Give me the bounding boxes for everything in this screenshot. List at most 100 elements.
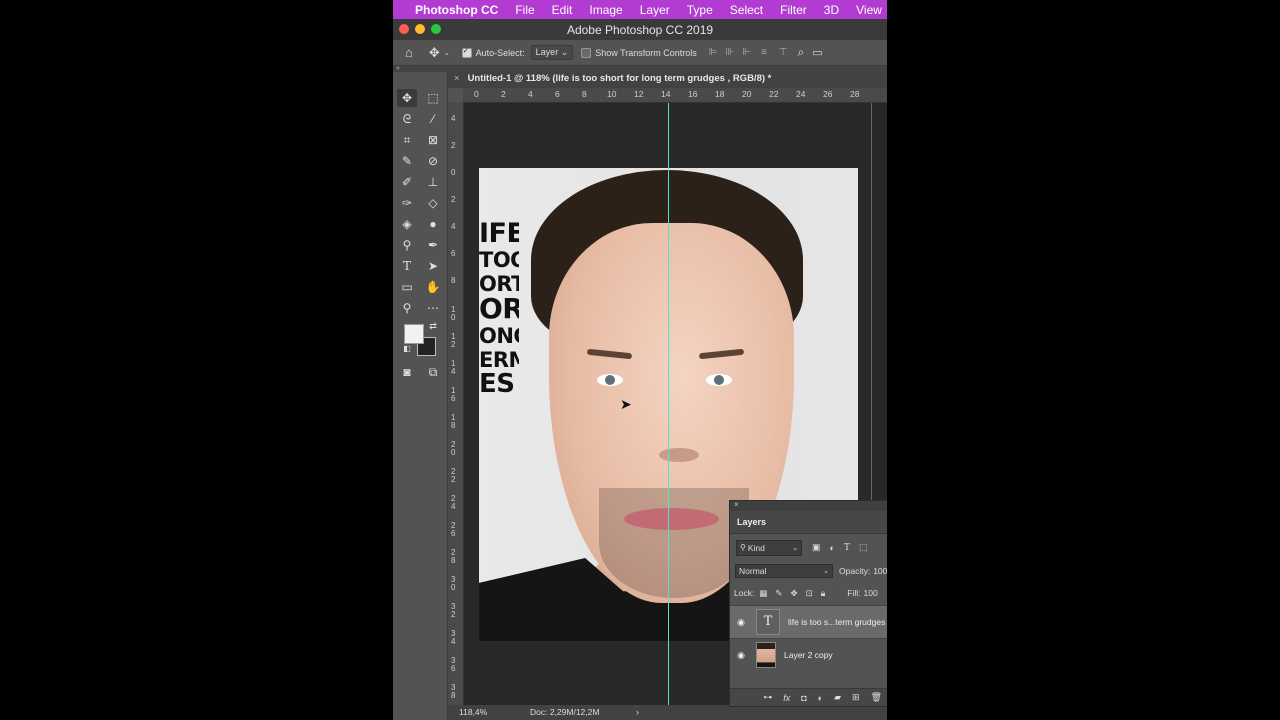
close-panel-icon[interactable]: × — [734, 500, 739, 509]
eraser-tool-icon[interactable]: ◇ — [423, 194, 443, 212]
poster-line: ONG — [479, 326, 519, 347]
close-window-button[interactable] — [399, 24, 409, 34]
magic-wand-tool-icon[interactable]: ⁄ — [423, 110, 443, 128]
zoom-window-button[interactable] — [431, 24, 441, 34]
status-menu-arrow-icon[interactable]: › — [636, 705, 639, 720]
blend-mode-dropdown[interactable]: Normal ⌄ — [735, 564, 833, 578]
document-tab[interactable]: × Untitled-1 @ 118% (life is too short f… — [448, 69, 887, 88]
add-mask-icon[interactable]: ◘ — [801, 693, 806, 703]
ruler-mark: 22 — [769, 89, 779, 99]
new-layer-icon[interactable]: ⊞ — [852, 692, 860, 703]
auto-select-checkbox[interactable] — [461, 46, 472, 58]
paint-bucket-tool-icon[interactable]: ◈ — [397, 215, 417, 233]
menu-file[interactable]: File — [515, 3, 534, 17]
history-brush-tool-icon[interactable]: ✑ — [397, 194, 417, 212]
menu-type[interactable]: Type — [687, 3, 713, 17]
lock-paint-icon[interactable]: ✎ — [775, 588, 782, 599]
delete-layer-icon[interactable]: 🗑︎ — [871, 692, 882, 703]
layers-tab[interactable]: Layers — [730, 517, 766, 527]
layers-panel-titlebar[interactable]: × — [730, 500, 887, 511]
fx-icon[interactable]: fx — [783, 693, 790, 703]
blur-tool-icon[interactable]: ● — [423, 215, 443, 233]
menu-filter[interactable]: Filter — [780, 3, 807, 17]
menu-view[interactable]: View — [856, 3, 882, 17]
ruler-mark: 3 0 — [451, 575, 456, 592]
default-colors-icon[interactable]: ◧ — [397, 340, 417, 358]
ruler-mark: 2 — [451, 141, 456, 150]
frame-tool-icon[interactable]: ⊠ — [423, 131, 443, 149]
screen-mode-icon[interactable]: ⧉ — [423, 363, 443, 381]
menu-layer[interactable]: Layer — [640, 3, 670, 17]
visibility-eye-icon[interactable]: ◉ — [730, 650, 752, 661]
minimize-window-button[interactable] — [415, 24, 425, 34]
visibility-eye-icon[interactable]: ◉ — [730, 617, 752, 628]
menu-app-name[interactable]: Photoshop CC — [415, 3, 498, 17]
vertical-ruler[interactable]: 4 2 0 2 4 6 8 1 0 1 2 1 4 1 6 1 8 2 0 2 … — [448, 102, 464, 705]
hand-tool-icon[interactable]: ✋ — [423, 278, 443, 296]
eyedropper-tool-icon[interactable]: ✎ — [397, 152, 417, 170]
distribute-icon[interactable]: ≡ — [761, 47, 767, 58]
pen-tool-icon[interactable]: ✒ — [423, 236, 443, 254]
more-tools-icon[interactable]: ⋯ — [423, 299, 443, 317]
crop-tool-icon[interactable]: ⌗ — [397, 131, 417, 149]
healing-brush-tool-icon[interactable]: ⊘ — [423, 152, 443, 170]
dodge-tool-icon[interactable]: ⚲ — [397, 236, 417, 254]
clone-stamp-tool-icon[interactable]: ⊥ — [423, 173, 443, 191]
title-bar: Adobe Photoshop CC 2019 — [393, 19, 887, 40]
collapse-arrows-icon[interactable]: « — [396, 65, 400, 72]
adjustment-filter-icon[interactable]: ◐ — [830, 543, 835, 553]
layer-row[interactable]: ◉ T life is too s...term grudges — [730, 605, 887, 638]
workspace-icon[interactable]: ▭ — [812, 46, 822, 59]
zoom-level[interactable]: 118,4% — [459, 705, 487, 720]
align-center-icon[interactable]: ⊪ — [726, 47, 735, 58]
marquee-tool-icon[interactable]: ⬚ — [423, 89, 443, 107]
kind-filter-dropdown[interactable]: ⚲ Kind ⌄ — [736, 539, 802, 556]
menu-edit[interactable]: Edit — [552, 3, 573, 17]
shape-filter-icon[interactable]: ⬚ — [859, 542, 868, 553]
zoom-tool-icon[interactable]: ⚲ — [397, 299, 417, 317]
move-tool-icon[interactable]: ✥ — [397, 89, 417, 107]
ruler-mark: 2 0 — [451, 440, 456, 457]
align-top-icon[interactable]: ⊤ — [779, 47, 788, 58]
portrait-eye-right — [706, 374, 732, 386]
quick-mask-icon[interactable]: ◙ — [397, 363, 417, 381]
lock-transparency-icon[interactable]: ▦ — [759, 588, 767, 599]
opacity-value[interactable]: 100 — [873, 566, 887, 576]
adjustment-layer-icon[interactable]: ◐ — [818, 693, 823, 703]
type-tool-icon[interactable]: T — [397, 257, 417, 275]
chevron-down-icon[interactable]: ⌄ — [444, 49, 450, 57]
link-layers-icon[interactable]: ⊶ — [763, 692, 772, 703]
rectangle-tool-icon[interactable]: ▭ — [397, 278, 417, 296]
close-tab-icon[interactable]: × — [454, 73, 460, 84]
menu-image[interactable]: Image — [589, 3, 622, 17]
auto-select-dropdown[interactable]: Layer ⌄ — [530, 45, 574, 60]
new-group-icon[interactable]: ▰ — [834, 692, 841, 703]
horizontal-ruler[interactable]: 0 2 4 6 8 10 12 14 16 18 20 22 24 26 28 — [463, 88, 887, 103]
align-left-icon[interactable]: ⊫ — [709, 47, 718, 58]
lasso-tool-icon[interactable]: ᘓ — [397, 110, 417, 128]
status-bar: 118,4% Doc: 2,29M/12,2M › — [448, 705, 887, 720]
menu-3d[interactable]: 3D — [824, 3, 839, 17]
opacity-label: Opacity: — [839, 566, 871, 576]
layer-row[interactable]: ◉ Layer 2 copy — [730, 638, 887, 671]
portrait-nose — [659, 448, 699, 462]
menu-select[interactable]: Select — [730, 3, 763, 17]
path-selection-tool-icon[interactable]: ➤ — [423, 257, 443, 275]
lock-all-icon[interactable]: 🔒︎ — [821, 588, 826, 599]
fill-value[interactable]: 100 — [864, 588, 878, 598]
search-icon[interactable]: ⌕ — [798, 45, 805, 60]
show-transform-checkbox[interactable] — [581, 47, 592, 58]
move-tool-preset-icon[interactable]: ✥ — [429, 45, 440, 61]
pixel-filter-icon[interactable]: ▣ — [812, 542, 821, 553]
vertical-guide[interactable] — [668, 103, 669, 705]
kind-filter-value: Kind — [747, 542, 765, 553]
poster-text-layer[interactable]: IFE TOO ORT OR ONG ERM ES — [479, 220, 519, 397]
type-filter-icon[interactable]: T — [844, 543, 850, 553]
lock-position-icon[interactable]: ✥ — [790, 588, 797, 599]
align-right-icon[interactable]: ⊩ — [742, 47, 751, 58]
home-icon[interactable]: ⌂ — [405, 45, 413, 60]
lock-artboard-icon[interactable]: ⊡ — [806, 588, 813, 599]
ruler-mark: 2 — [451, 195, 456, 204]
brush-tool-icon[interactable]: ✐ — [397, 173, 417, 191]
swap-colors-icon[interactable]: ⇄ — [423, 317, 443, 335]
